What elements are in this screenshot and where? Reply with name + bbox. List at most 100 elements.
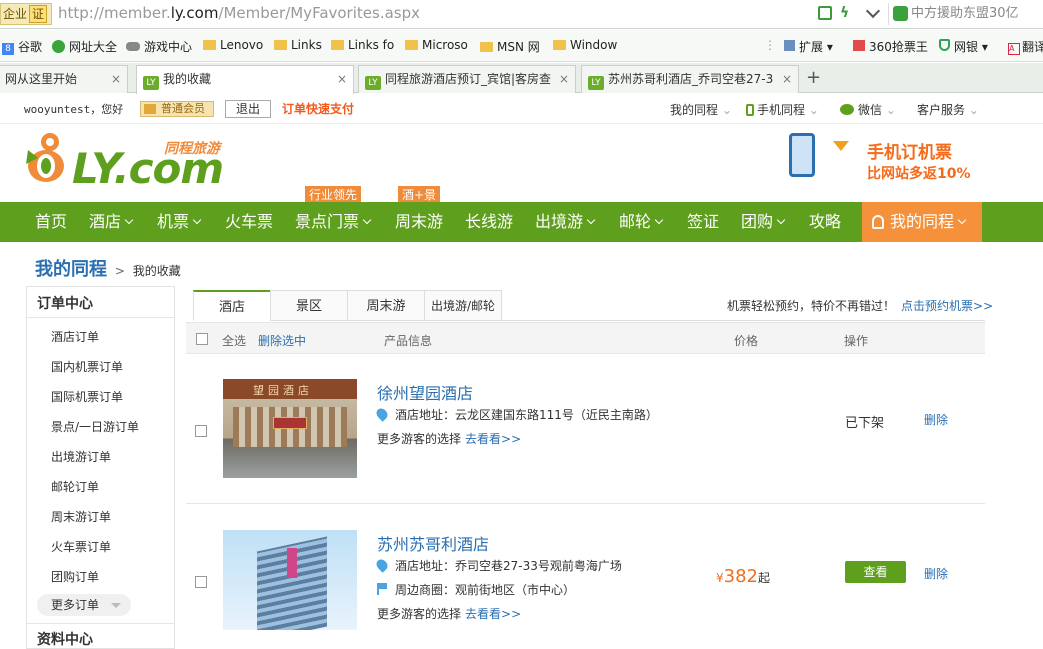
- bookmark-msn[interactable]: MSN 网: [480, 38, 540, 55]
- bookmark-links-fo[interactable]: Links fo: [331, 38, 394, 52]
- row-checkbox[interactable]: [195, 576, 207, 588]
- delete-link[interactable]: 删除: [924, 565, 948, 582]
- view-button[interactable]: 查看: [845, 561, 906, 583]
- tab-weekend[interactable]: 周末游: [347, 290, 425, 321]
- tab-scenic[interactable]: 景区: [270, 290, 348, 321]
- nav-flight[interactable]: 机票: [157, 202, 202, 242]
- quick-pay-link[interactable]: 订单快速支付: [282, 100, 354, 117]
- delete-selected-link[interactable]: 删除选中: [258, 332, 306, 349]
- nav-cruise[interactable]: 邮轮: [619, 202, 664, 242]
- hotel-name-link[interactable]: 苏州苏哥利酒店: [377, 531, 489, 555]
- chevron-down-icon[interactable]: [865, 3, 881, 19]
- tab-hotel[interactable]: 酒店: [193, 290, 271, 321]
- bookmark-window[interactable]: Window: [553, 38, 617, 52]
- select-all-checkbox[interactable]: [196, 333, 208, 345]
- user-bar: wooyuntest，您好 普通会员 退出 订单快速支付 我的同程 ⌄ 手机同程…: [0, 94, 1043, 124]
- address-bar: 企业证 http://member.ly.com/Member/MyFavori…: [0, 0, 1043, 29]
- nav-group-buy[interactable]: 团购: [741, 202, 786, 242]
- mobile-tongcheng-menu[interactable]: 手机同程 ⌄: [746, 101, 819, 118]
- bookmark-lenovo[interactable]: Lenovo: [203, 38, 263, 52]
- security-indicator[interactable]: 企业证: [0, 3, 52, 25]
- bookmark-links[interactable]: Links: [274, 38, 322, 52]
- mobile-icon: [746, 104, 754, 116]
- hotel-image[interactable]: [223, 530, 357, 630]
- bank-menu[interactable]: 网银 ▾: [939, 38, 988, 55]
- hotel-name-link[interactable]: 徐州望园酒店: [377, 380, 473, 404]
- nav-guide[interactable]: 攻略: [809, 202, 841, 242]
- site-logo[interactable]: LY.com 同程旅游: [24, 130, 234, 195]
- close-icon[interactable]: ×: [111, 66, 121, 92]
- sidebar: 订单中心 酒店订单 国内机票订单 国际机票订单 景点/一日游订单 出境游订单 邮…: [26, 286, 175, 649]
- delete-link[interactable]: 删除: [924, 411, 948, 428]
- location-pin-icon: [374, 406, 390, 422]
- go-look-link[interactable]: 去看看>>: [465, 432, 521, 446]
- sidebar-item-cruise-orders[interactable]: 邮轮订单: [51, 478, 99, 495]
- page-title[interactable]: 我的同程: [35, 259, 107, 280]
- lightning-icon[interactable]: ϟ: [840, 6, 850, 22]
- sidebar-item-outbound-orders[interactable]: 出境游订单: [51, 448, 111, 465]
- bookmark-game-center[interactable]: 游戏中心: [126, 38, 192, 55]
- folder-icon: [203, 40, 216, 50]
- more-orders-button[interactable]: 更多订单: [37, 594, 131, 616]
- breadcrumb: 我的同程 > 我的收藏: [35, 259, 181, 280]
- sidebar-section-orders: 订单中心: [37, 296, 93, 312]
- extensions-menu[interactable]: 扩展 ▾: [784, 38, 833, 55]
- sidebar-item-train-orders[interactable]: 火车票订单: [51, 538, 111, 555]
- location-pin-icon: [374, 557, 390, 573]
- nav-weekend[interactable]: 周末游: [395, 202, 443, 242]
- nav-visa[interactable]: 签证: [687, 202, 719, 242]
- bookmarks-more-icon[interactable]: ⋮: [764, 38, 776, 52]
- my-tongcheng-menu[interactable]: 我的同程 ⌄: [670, 101, 732, 118]
- ticket-helper[interactable]: 360抢票王: [853, 38, 928, 55]
- share-icon[interactable]: [818, 6, 832, 20]
- user-icon: [872, 215, 884, 229]
- sidebar-item-scenic-orders[interactable]: 景点/一日游订单: [51, 418, 139, 435]
- folder-icon: [405, 40, 418, 50]
- close-icon[interactable]: ×: [559, 66, 569, 92]
- search-box[interactable]: 中方援助东盟30亿: [888, 3, 1043, 25]
- nav-tickets[interactable]: 景点门票: [295, 202, 372, 242]
- bookmark-microso[interactable]: Microso: [405, 38, 468, 52]
- bookmark-site-nav[interactable]: 网址大全: [52, 38, 117, 55]
- tab-home[interactable]: 网从这里开始 ×: [0, 65, 128, 93]
- close-icon[interactable]: ×: [782, 66, 792, 92]
- member-level-badge[interactable]: 普通会员: [140, 101, 214, 117]
- new-tab-button[interactable]: +: [806, 67, 821, 88]
- book-flight-link[interactable]: 点击预约机票>>: [901, 299, 993, 313]
- go-look-link[interactable]: 去看看>>: [465, 607, 521, 621]
- tab-outbound-cruise[interactable]: 出境游/邮轮: [424, 290, 502, 321]
- translate-button[interactable]: A 翻译: [1008, 38, 1043, 55]
- paper-plane-icon: [833, 141, 849, 151]
- url-prefix: http://member.: [58, 4, 171, 22]
- wechat-menu[interactable]: 微信 ⌄: [840, 101, 896, 118]
- nav-long-trip[interactable]: 长线游: [465, 202, 513, 242]
- breadcrumb-current: 我的收藏: [132, 264, 181, 278]
- hotel-image[interactable]: 望园酒店: [223, 379, 357, 478]
- sidebar-item-weekend-orders[interactable]: 周末游订单: [51, 508, 111, 525]
- sidebar-item-group-orders[interactable]: 团购订单: [51, 568, 99, 585]
- bookmarks-bar: 8 谷歌 网址大全 游戏中心 Lenovo Links Links fo Micr…: [0, 30, 1043, 62]
- folder-icon: [274, 40, 287, 50]
- row-checkbox[interactable]: [195, 425, 207, 437]
- tab-my-favorites[interactable]: LY 我的收藏 ×: [136, 65, 354, 94]
- nav-home[interactable]: 首页: [35, 202, 67, 242]
- promo-subtitle: 比网站多返10%: [867, 166, 971, 182]
- flag-icon: [377, 583, 387, 595]
- gamepad-icon: [126, 42, 140, 51]
- sidebar-item-hotel-orders[interactable]: 酒店订单: [51, 328, 99, 345]
- nav-train[interactable]: 火车票: [225, 202, 273, 242]
- sidebar-item-domestic-flight[interactable]: 国内机票订单: [51, 358, 123, 375]
- bookmark-google[interactable]: 8 谷歌: [2, 38, 42, 55]
- close-icon[interactable]: ×: [337, 66, 347, 92]
- tab-hotel-detail[interactable]: LY 苏州苏哥利酒店_乔司空巷27-3 ×: [581, 65, 799, 93]
- sidebar-item-intl-flight[interactable]: 国际机票订单: [51, 388, 123, 405]
- chevron-down-icon: ⌄: [721, 103, 732, 117]
- nav-my-tongcheng[interactable]: 我的同程: [862, 202, 982, 242]
- nav-hotel[interactable]: 酒店: [89, 202, 134, 242]
- mobile-ticket-promo[interactable]: 手机订机票 比网站多返10%: [785, 133, 985, 188]
- url-input[interactable]: http://member.ly.com/Member/MyFavorites.…: [58, 4, 420, 22]
- tab-hotel-booking[interactable]: LY 同程旅游酒店预订_宾馆|客房查 ×: [358, 65, 576, 93]
- nav-outbound[interactable]: 出境游: [535, 202, 596, 242]
- customer-service-menu[interactable]: 客户服务 ⌄: [917, 101, 979, 118]
- logout-button[interactable]: 退出: [225, 100, 271, 118]
